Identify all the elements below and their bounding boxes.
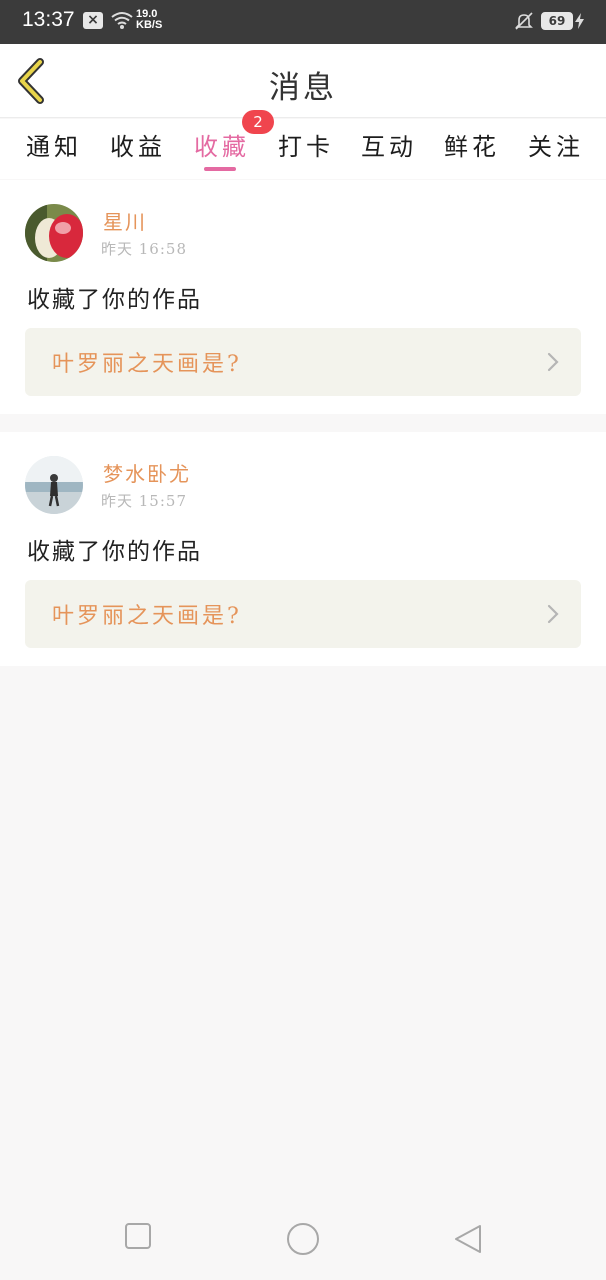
charging-bolt-icon: [575, 13, 584, 29]
bell-muted-icon: [515, 12, 533, 30]
unread-badge: 2: [242, 110, 274, 134]
tab-label: 互动: [361, 133, 417, 161]
action-text: 收藏了你的作品: [27, 287, 202, 313]
tab-label: 收益: [110, 133, 166, 161]
tab-checkin[interactable]: 打卡: [278, 127, 334, 179]
timestamp: 昨天 16:58: [101, 240, 187, 258]
circle-icon[interactable]: [286, 1222, 320, 1256]
tab-label: 收藏: [194, 133, 250, 161]
timestamp: 昨天 15:57: [101, 492, 187, 510]
tab-label: 通知: [26, 133, 82, 161]
message-card: 星川 昨天 16:58 收藏了你的作品 叶罗丽之天画是?: [0, 180, 606, 414]
tab-favorites[interactable]: 收藏: [194, 127, 250, 179]
system-nav-bar: [0, 1200, 606, 1280]
chevron-right-icon: [547, 604, 559, 624]
username[interactable]: 星川: [103, 206, 147, 235]
wifi-icon: [111, 12, 133, 29]
avatar[interactable]: [25, 456, 83, 514]
message-card: 梦水卧尤 昨天 15:57 收藏了你的作品 叶罗丽之天画是?: [0, 432, 606, 666]
square-icon[interactable]: [124, 1222, 152, 1250]
tab-flowers[interactable]: 鲜花: [444, 127, 500, 179]
battery-icon: 69: [541, 12, 573, 30]
tab-label: 关注: [528, 133, 584, 161]
page-title: 消息: [269, 70, 337, 106]
work-title: 叶罗丽之天画是?: [52, 604, 242, 629]
tab-earnings[interactable]: 收益: [110, 127, 166, 179]
username[interactable]: 梦水卧尤: [103, 458, 191, 487]
network-speed: 19.0 KB/S: [136, 9, 162, 31]
action-text: 收藏了你的作品: [27, 539, 202, 565]
tab-notifications[interactable]: 通知: [26, 127, 82, 179]
speed-unit: KB/S: [136, 19, 163, 31]
status-bar: 13:37 × 19.0 KB/S 69: [0, 0, 606, 44]
work-title: 叶罗丽之天画是?: [52, 352, 242, 377]
tab-bar: 通知 收益 收藏 打卡 互动 鲜花 关注: [0, 119, 606, 179]
tab-label: 鲜花: [444, 133, 500, 161]
avatar[interactable]: [25, 204, 83, 262]
chevron-right-icon: [547, 352, 559, 372]
tab-interactions[interactable]: 互动: [361, 127, 417, 179]
tab-label: 打卡: [278, 133, 334, 161]
status-time: 13:37: [22, 8, 75, 31]
work-link[interactable]: 叶罗丽之天画是?: [25, 580, 581, 648]
x-box-icon: ×: [83, 12, 103, 29]
active-tab-indicator: [204, 167, 236, 171]
header: 消息: [0, 44, 606, 118]
tab-following[interactable]: 关注: [528, 127, 584, 179]
triangle-back-icon[interactable]: [454, 1224, 482, 1254]
work-link[interactable]: 叶罗丽之天画是?: [25, 328, 581, 396]
